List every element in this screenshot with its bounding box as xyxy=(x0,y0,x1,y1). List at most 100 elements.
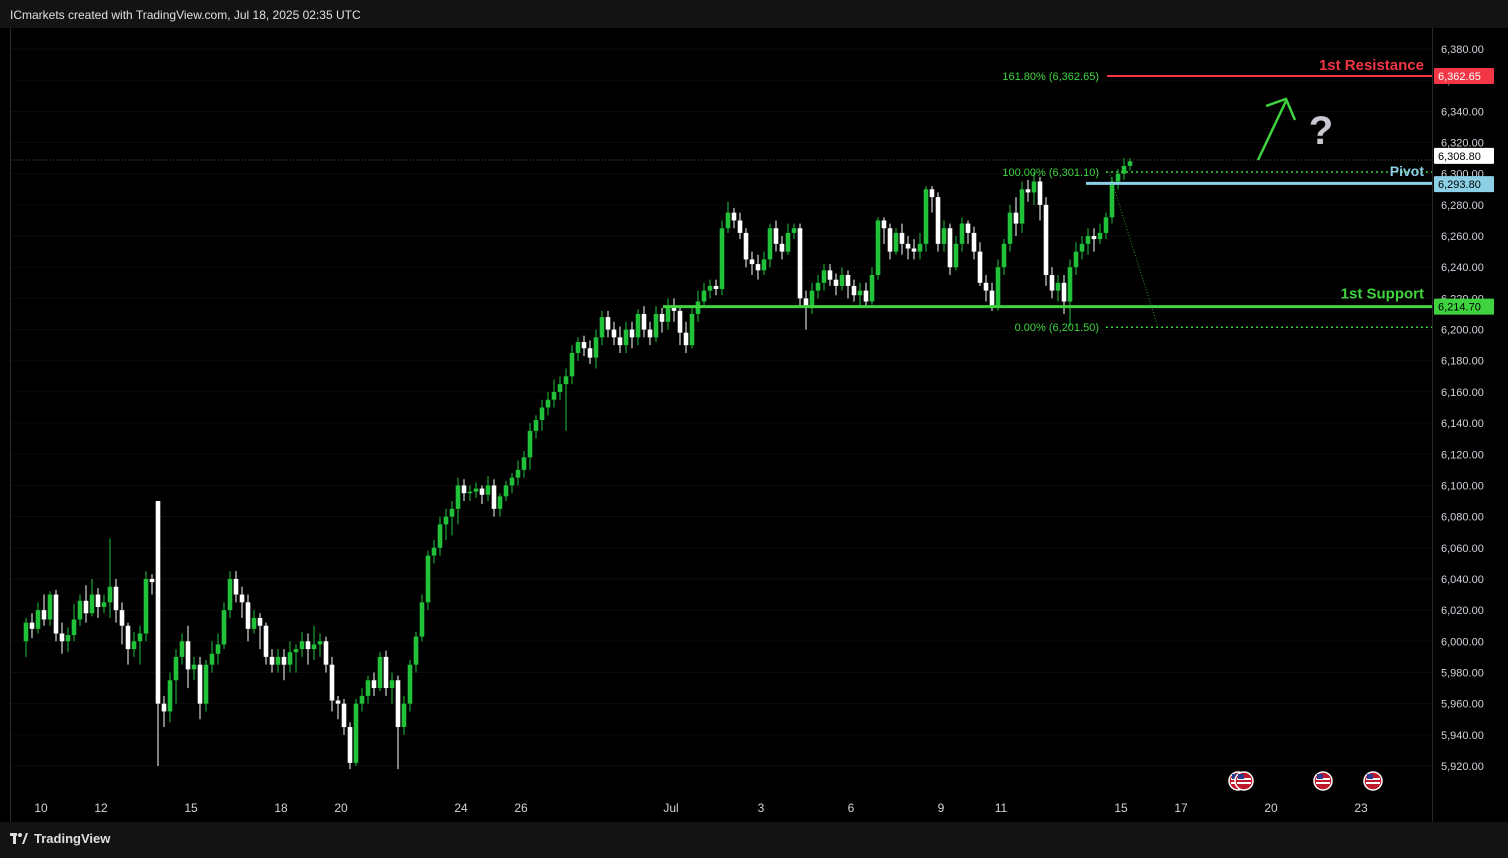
candle xyxy=(875,217,881,280)
candle-body xyxy=(659,313,665,322)
last-price-badge: 6,308.80 xyxy=(1434,147,1494,164)
candle xyxy=(1025,179,1031,202)
candle xyxy=(707,279,713,299)
y-tick-label: 6,060.00 xyxy=(1441,543,1484,555)
x-tick-label: 3 xyxy=(758,801,765,815)
candle xyxy=(1043,197,1049,286)
candle-body xyxy=(335,700,341,704)
tradingview-logo[interactable]: TradingView xyxy=(10,831,110,846)
candle xyxy=(1103,212,1109,240)
candle xyxy=(377,652,383,692)
candle-body xyxy=(623,329,629,346)
candle xyxy=(485,476,491,502)
chart-svg[interactable]: 161.80% (6,362.65) 100.00% (6,301.10) 0.… xyxy=(11,28,1433,822)
candle-body xyxy=(551,391,557,400)
candle xyxy=(257,613,263,650)
candle-body xyxy=(599,317,605,338)
x-tick-label: 12 xyxy=(94,801,108,815)
candle-body xyxy=(563,376,569,385)
candle-body xyxy=(341,703,347,728)
candle xyxy=(143,571,149,642)
us-flag-icon[interactable] xyxy=(1313,771,1333,791)
y-tick-label: 6,320.00 xyxy=(1441,138,1484,150)
pivot-price-badge-text: 6,293.80 xyxy=(1438,179,1481,191)
candle-body xyxy=(965,223,971,233)
bottom-bar xyxy=(0,822,1508,858)
candle-body xyxy=(209,653,215,665)
x-tick-label: 6 xyxy=(848,801,855,815)
candle xyxy=(959,217,965,252)
candle xyxy=(593,329,599,369)
chart-plot-area[interactable]: 161.80% (6,362.65) 100.00% (6,301.10) 0.… xyxy=(10,28,1433,822)
candle xyxy=(65,627,71,653)
candle-body xyxy=(1019,189,1025,224)
candle xyxy=(497,493,503,517)
price-axis[interactable]: 6,380.006,360.006,340.006,320.006,300.00… xyxy=(1432,28,1499,822)
candle-body xyxy=(971,232,977,252)
candle xyxy=(149,574,155,595)
candle xyxy=(581,335,587,357)
candle xyxy=(317,633,323,657)
candle-body xyxy=(311,644,317,650)
candle-body xyxy=(83,600,89,614)
candle-body xyxy=(1067,267,1073,302)
us-flag-icon[interactable] xyxy=(1234,771,1254,791)
candle xyxy=(287,641,293,673)
candle-body xyxy=(467,491,473,494)
candle xyxy=(269,649,275,673)
candle xyxy=(107,538,113,618)
candle xyxy=(773,220,779,252)
candle-body xyxy=(365,680,371,696)
candle-body xyxy=(509,477,515,486)
candle-body xyxy=(953,243,959,268)
candle xyxy=(977,242,983,286)
candle xyxy=(737,212,743,240)
candle-body xyxy=(329,664,335,701)
us-flag-icon[interactable] xyxy=(1363,771,1383,791)
candle-body xyxy=(767,228,773,260)
candle-body xyxy=(443,516,449,525)
candle xyxy=(437,516,443,556)
candle xyxy=(347,722,353,770)
candle-body xyxy=(1031,181,1037,193)
candle-body xyxy=(275,656,281,665)
y-tick-label: 6,160.00 xyxy=(1441,387,1484,399)
candle xyxy=(845,270,851,299)
candle-body xyxy=(557,384,563,392)
y-tick-label: 6,000.00 xyxy=(1441,636,1484,648)
y-tick-label: 6,020.00 xyxy=(1441,605,1484,617)
candle-body xyxy=(377,656,383,689)
candle-body xyxy=(389,680,395,689)
candle xyxy=(755,254,761,280)
candle-body xyxy=(119,610,125,626)
candle xyxy=(797,223,803,307)
candle-body xyxy=(401,703,407,728)
candle xyxy=(767,223,773,268)
candle-body xyxy=(653,313,659,338)
candle xyxy=(617,326,623,353)
candle xyxy=(419,594,425,642)
candle-body xyxy=(677,310,683,333)
candle-body xyxy=(461,485,467,494)
candle-body xyxy=(161,703,167,712)
candle-body xyxy=(635,313,641,338)
candle-body xyxy=(689,313,695,346)
fib-161-label: 161.80% (6,362.65) xyxy=(1002,71,1099,83)
price-axis-svg[interactable]: 6,380.006,360.006,340.006,320.006,300.00… xyxy=(1433,28,1499,822)
candle-body xyxy=(863,290,869,302)
candle-body xyxy=(665,306,671,322)
candle xyxy=(401,695,407,735)
candle-body xyxy=(959,223,965,244)
candle-body xyxy=(797,228,803,299)
candle-body xyxy=(35,610,41,629)
candle xyxy=(533,415,539,439)
resistance-price-badge-text: 6,362.65 xyxy=(1438,71,1481,83)
candle xyxy=(113,578,119,623)
candle xyxy=(137,625,143,665)
candle-body xyxy=(845,275,851,286)
candle-body xyxy=(995,267,1001,307)
x-tick-label: 10 xyxy=(34,801,48,815)
candle xyxy=(311,625,317,661)
candle-body xyxy=(779,243,785,252)
candle-body xyxy=(251,617,257,629)
